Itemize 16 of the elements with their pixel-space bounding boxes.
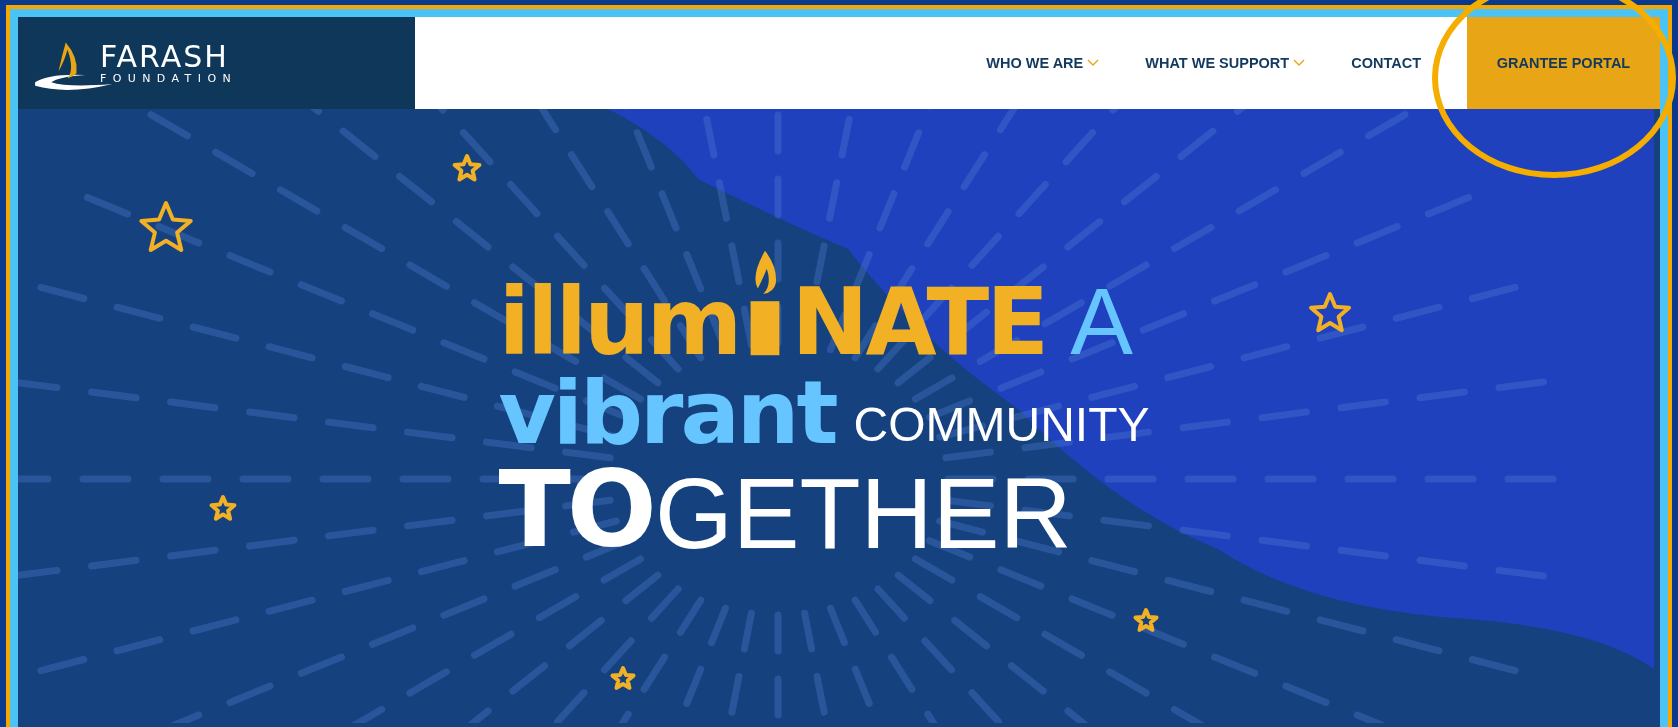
nav-link[interactable]: CONTACT [1351,17,1421,109]
headline-text: NATE [791,277,1047,369]
logo[interactable]: FARASH FOUNDATION [18,17,415,109]
caret-icon [1293,59,1306,67]
grantee-portal-button[interactable]: GRANTEE PORTAL [1467,17,1660,109]
nav-menu-item[interactable]: WHO WE ARE [986,17,1100,109]
headline-text: A [1070,275,1133,369]
headline-text: TO [498,457,653,563]
headline-text: COMMUNITY [853,401,1150,449]
logo-tagline: FOUNDATION [100,73,238,85]
caret-icon [1087,59,1100,67]
logo-name: FARASH [100,41,230,73]
nav-menu-item[interactable]: WHAT WE SUPPORT [1145,17,1306,109]
headline-text: vibrant [498,369,836,457]
headline-text: illum [498,277,740,369]
headline-text: GETHER [654,463,1072,563]
